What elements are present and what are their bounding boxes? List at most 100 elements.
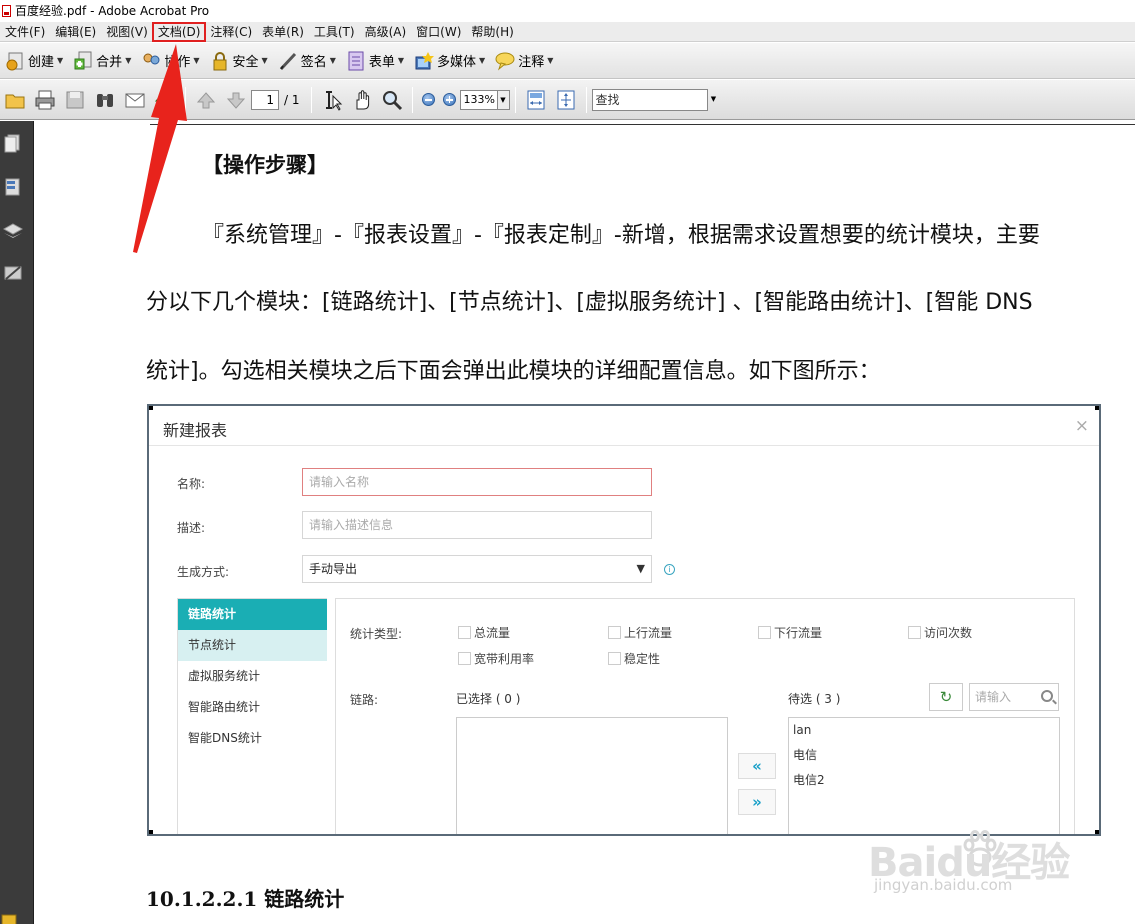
list-item: lan — [793, 723, 812, 737]
zoom-in-icon[interactable] — [442, 93, 456, 106]
stat-type-bandwidth: 宽带利用率 — [458, 650, 534, 667]
selection-handle — [1095, 830, 1099, 834]
find-input[interactable]: 查找 — [591, 88, 708, 111]
binoculars-icon[interactable] — [94, 89, 116, 111]
signatures-icon[interactable] — [3, 263, 23, 281]
multimedia-button[interactable]: 多媒体 ▼ — [409, 46, 490, 76]
menu-bar: 文件(F) 编辑(E) 视图(V) 文档(D) 注释(C) 表单(R) 工具(T… — [0, 21, 1135, 42]
move-left-button: « — [738, 753, 776, 779]
pen-icon — [278, 51, 298, 71]
checkbox-label: 总流量 — [474, 626, 511, 640]
toolbar-separator — [514, 86, 516, 113]
dropdown-arrow-icon: ▼ — [329, 56, 336, 65]
stat-type-downstream: 下行流量 — [758, 624, 822, 641]
selected-count-label: 已选择 ( 0 ) — [456, 692, 521, 706]
checkbox-label: 下行流量 — [774, 626, 823, 640]
menu-tools[interactable]: 工具(T) — [309, 23, 360, 41]
menu-advanced[interactable]: 高级(A) — [360, 23, 412, 41]
forms-label: 表单 — [368, 55, 395, 70]
previous-page-icon[interactable] — [195, 89, 217, 111]
fit-page-icon[interactable] — [555, 89, 577, 111]
select-text-cursor-icon[interactable] — [321, 89, 343, 111]
toolbar-separator — [185, 86, 186, 113]
list-item: 电信2 — [793, 773, 825, 787]
comment-label: 注释 — [518, 55, 545, 70]
menu-window[interactable]: 窗口(W) — [411, 23, 466, 41]
pdf-file-icon — [2, 5, 11, 17]
zoom-dropdown-icon[interactable]: ▼ — [497, 89, 510, 110]
dropdown-arrow-icon: ▼ — [57, 56, 64, 65]
bookmarks-icon[interactable] — [3, 177, 23, 196]
save-icon[interactable] — [64, 89, 86, 111]
zoom-tool-icon[interactable] — [381, 89, 403, 111]
pending-count-label: 待选 ( 3 ) — [788, 692, 841, 706]
dropdown-arrow-icon: ▼ — [479, 56, 486, 65]
refresh-icon: ↻ — [929, 683, 963, 711]
page-top-rule — [150, 124, 1135, 125]
combine-button[interactable]: 合并 ▼ — [68, 46, 136, 76]
collaborate-label: 协作 — [164, 55, 191, 70]
pending-search-field: 请输入 — [969, 683, 1059, 711]
tab-link-stats: 链路统计 — [178, 599, 327, 630]
next-page-icon[interactable] — [225, 89, 247, 111]
stat-type-upstream: 上行流量 — [608, 624, 672, 641]
module-tabs: 链路统计 节点统计 虚拟服务统计 智能路由统计 智能DNS统计 — [177, 598, 327, 834]
section-subheading: 10.1.2.2.1 链路统计 — [146, 887, 345, 911]
attachments-icon[interactable] — [0, 911, 20, 924]
multimedia-label: 多媒体 — [437, 55, 477, 70]
create-pdf-icon — [5, 51, 25, 71]
collaborate-icon — [141, 51, 161, 71]
forms-button[interactable]: 表单 ▼ — [341, 46, 409, 76]
menu-forms[interactable]: 表单(R) — [257, 23, 309, 41]
dialog-header: 新建报表 × — [149, 406, 1099, 446]
toolbar-separator — [310, 86, 312, 113]
menu-edit[interactable]: 编辑(E) — [50, 23, 101, 41]
hand-tool-icon[interactable] — [351, 89, 373, 111]
title-bar: 百度经验.pdf - Adobe Acrobat Pro — [0, 0, 1135, 22]
find-dropdown-icon[interactable]: ▼ — [708, 90, 720, 110]
lock-icon — [210, 51, 230, 71]
navigation-toolbar: 1 / 1 133% ▼ 查找 ▼ — [0, 80, 1135, 120]
tab-virtual-service-stats: 虚拟服务统计 — [188, 669, 261, 683]
comment-bubble-icon — [495, 51, 515, 71]
checkbox-label: 宽带利用率 — [474, 652, 535, 666]
embedded-dialog-image: 新建报表 × 名称: 请输入名称 描述: 请输入描述信息 生成方式: 手动导出 … — [147, 404, 1101, 836]
email-icon[interactable] — [124, 89, 146, 111]
description-field: 请输入描述信息 — [302, 511, 652, 539]
fit-width-icon[interactable] — [525, 89, 547, 111]
menu-file[interactable]: 文件(F) — [0, 23, 50, 41]
stat-type-label: 统计类型: — [350, 627, 403, 641]
page-number-input[interactable]: 1 — [251, 89, 279, 110]
menu-view[interactable]: 视图(V) — [101, 23, 153, 41]
pages-icon[interactable] — [3, 133, 23, 153]
dropdown-arrow-icon: ▼ — [193, 56, 200, 65]
form-icon — [346, 51, 366, 71]
toolbar-separator — [585, 86, 587, 113]
search-icon — [1041, 690, 1053, 702]
checkbox-icon — [608, 652, 621, 665]
multimedia-icon — [414, 51, 435, 71]
collaborate-button[interactable]: 协作 ▼ — [136, 46, 204, 76]
window-title: 百度经验.pdf - Adobe Acrobat Pro — [15, 4, 210, 18]
checkbox-label: 访问次数 — [924, 626, 973, 640]
zoom-level-input[interactable]: 133% — [459, 89, 498, 110]
checkbox-label: 上行流量 — [624, 626, 673, 640]
print-icon[interactable] — [34, 89, 56, 111]
generation-method-label: 生成方式: — [177, 565, 230, 579]
comment-button[interactable]: 注释 ▼ — [490, 46, 558, 76]
zoom-out-icon[interactable] — [421, 93, 435, 106]
menu-comment[interactable]: 注释(C) — [205, 23, 257, 41]
secure-button[interactable]: 安全 ▼ — [205, 46, 273, 76]
task-toolbar: 创建 ▼ 合并 ▼ 协作 ▼ 安全 ▼ 签名 ▼ 表单 ▼ 多媒体 ▼ 注释 ▼ — [0, 43, 1135, 79]
watermark-url: jingyan.baidu.com — [874, 876, 1013, 894]
chevron-down-icon: ▼ — [636, 562, 645, 575]
selected-list — [456, 717, 728, 834]
create-button[interactable]: 创建 ▼ — [0, 46, 68, 76]
sign-button[interactable]: 签名 ▼ — [273, 46, 341, 76]
globe-upload-icon[interactable] — [154, 89, 176, 111]
menu-document[interactable]: 文档(D) — [151, 21, 207, 42]
menu-help[interactable]: 帮助(H) — [466, 23, 518, 41]
steps-heading: 【操作步骤】 — [202, 153, 328, 177]
open-folder-icon[interactable] — [4, 89, 26, 111]
layers-icon[interactable] — [2, 221, 24, 239]
